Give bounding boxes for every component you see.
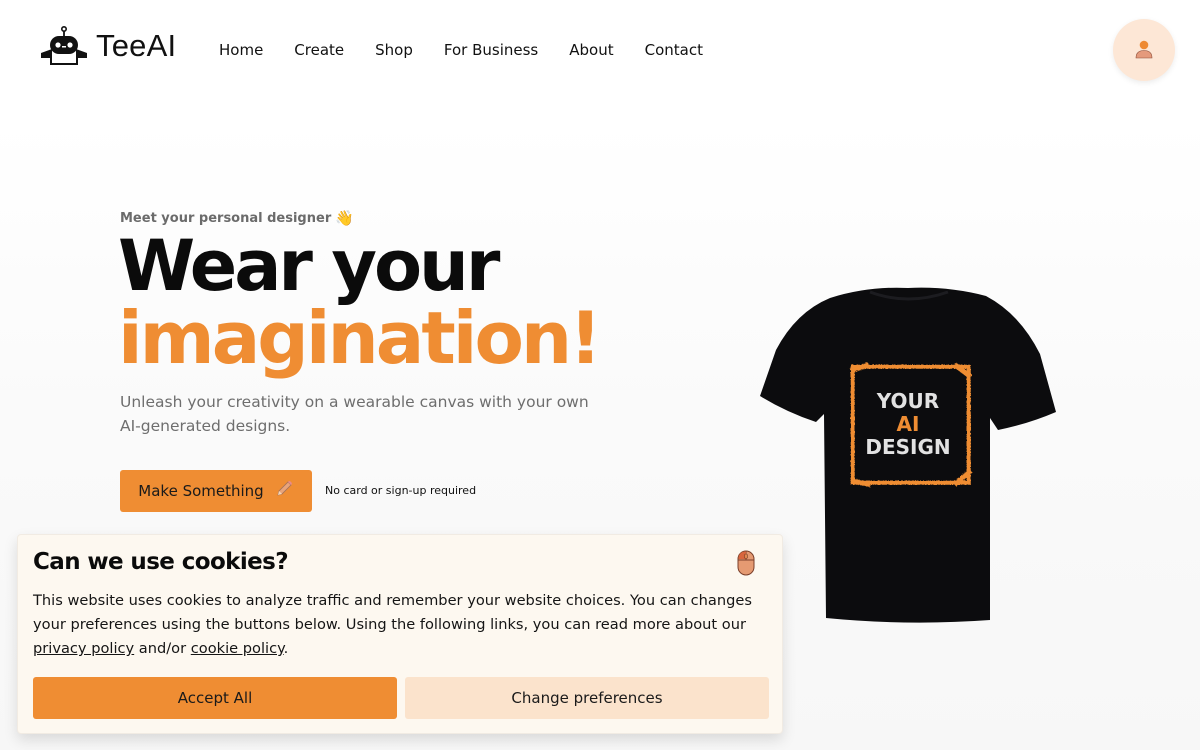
nav-for-business[interactable]: For Business bbox=[444, 40, 538, 60]
cta-label: Make Something bbox=[138, 482, 264, 500]
make-something-button[interactable]: Make Something bbox=[120, 470, 312, 512]
main-nav: Home Create Shop For Business About Cont… bbox=[219, 40, 734, 60]
site-header: TeeAI Home Create Shop For Business Abou… bbox=[0, 0, 1200, 100]
change-preferences-button[interactable]: Change preferences bbox=[405, 677, 769, 719]
cookie-text-before: This website uses cookies to analyze tra… bbox=[33, 592, 752, 633]
cookie-text: This website uses cookies to analyze tra… bbox=[33, 589, 773, 661]
nav-contact[interactable]: Contact bbox=[645, 40, 703, 60]
cookie-text-middle: and/or bbox=[134, 640, 191, 657]
nav-home[interactable]: Home bbox=[219, 40, 263, 60]
tshirt-text-line3: DESIGN bbox=[865, 435, 950, 459]
nav-shop[interactable]: Shop bbox=[375, 40, 413, 60]
nav-create[interactable]: Create bbox=[294, 40, 344, 60]
eyebrow-text: Meet your personal designer bbox=[120, 210, 332, 226]
tshirt-image: YOUR AI DESIGN bbox=[758, 284, 1058, 633]
tshirt-text-line1: YOUR bbox=[876, 389, 939, 413]
accept-all-button[interactable]: Accept All bbox=[33, 677, 397, 719]
account-button[interactable] bbox=[1113, 19, 1175, 81]
hero-subtitle: Unleash your creativity on a wearable ca… bbox=[120, 393, 589, 435]
cookie-banner: Can we use cookies? This website uses co… bbox=[17, 534, 783, 734]
cookie-text-after: . bbox=[283, 640, 289, 657]
mouse-icon bbox=[736, 549, 756, 581]
privacy-policy-link[interactable]: privacy policy bbox=[33, 640, 134, 657]
hero-title-line2: imagination! bbox=[118, 296, 602, 380]
robot-logo-icon bbox=[41, 25, 87, 65]
nav-about[interactable]: About bbox=[569, 40, 613, 60]
pencil-icon bbox=[274, 479, 294, 503]
logo[interactable]: TeeAI bbox=[40, 25, 176, 67]
user-icon bbox=[1135, 40, 1153, 59]
tshirt-text-line2: AI bbox=[897, 412, 920, 436]
cookie-title: Can we use cookies? bbox=[33, 549, 289, 575]
cookie-policy-link[interactable]: cookie policy bbox=[191, 640, 284, 657]
brand-name: TeeAI bbox=[96, 28, 177, 63]
cta-note: No card or sign-up required bbox=[325, 484, 477, 497]
hero-title-line1: Wear your bbox=[118, 225, 500, 307]
